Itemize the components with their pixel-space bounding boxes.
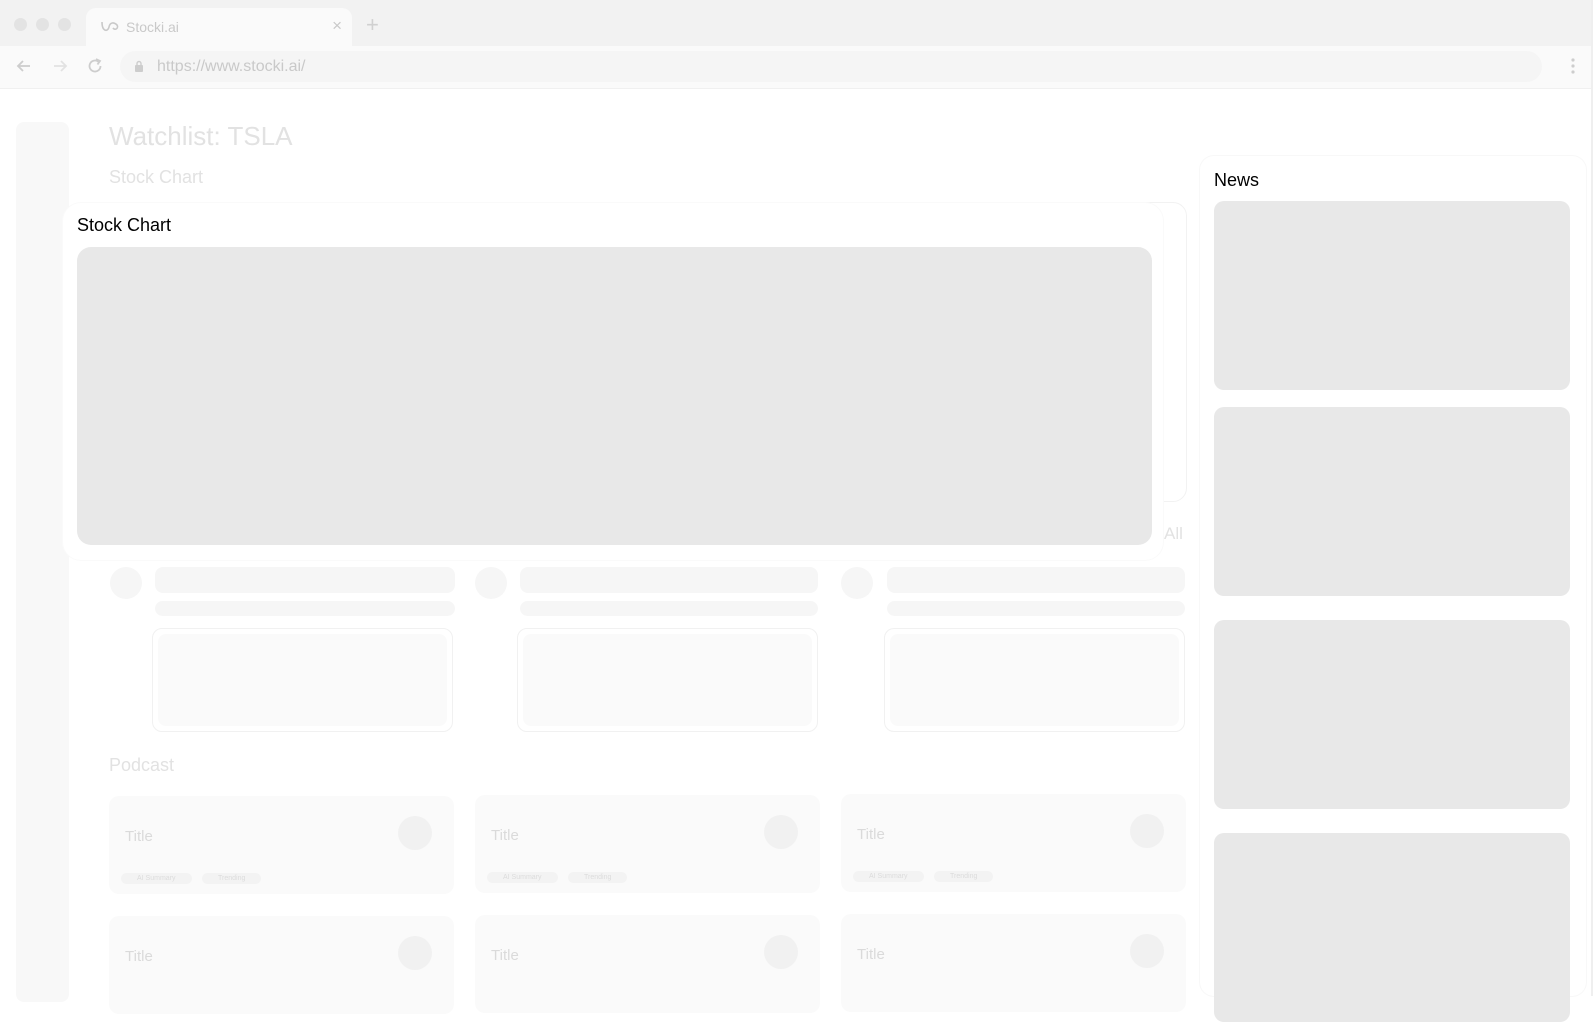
avatar-placeholder (475, 567, 507, 599)
news-title: News (1214, 170, 1260, 190)
podcast-card[interactable]: Title AI Summary Trending (109, 796, 454, 894)
page-title: Watchlist: TSLA (109, 121, 293, 151)
stock-chart-card: Stock Chart (63, 203, 1163, 560)
podcast-title: Title (857, 946, 885, 963)
stock-chart-section-label: Stock Chart (109, 167, 204, 187)
news-panel: News (1200, 156, 1586, 1022)
podcast-card[interactable]: Title (109, 916, 454, 1014)
play-button[interactable] (764, 815, 798, 849)
lock-icon (135, 60, 143, 72)
browser-menu-icon[interactable] (1571, 57, 1575, 75)
address-bar[interactable]: https://www.stocki.ai/ (120, 51, 1542, 82)
forward-arrow-icon[interactable] (50, 56, 70, 76)
podcast-title: Title (491, 947, 519, 964)
podcast-card[interactable]: Title AI Summary Trending (841, 794, 1186, 892)
browser-tab[interactable]: Stocki.ai × (86, 8, 352, 46)
play-button[interactable] (1130, 934, 1164, 968)
play-button[interactable] (398, 936, 432, 970)
play-button[interactable] (398, 816, 432, 850)
new-tab-button[interactable]: + (366, 14, 379, 36)
stocki-logo-icon (101, 21, 119, 32)
text-placeholder (887, 567, 1185, 593)
podcast-card[interactable]: Title AI Summary Trending (475, 795, 820, 893)
text-placeholder (520, 567, 818, 593)
podcast-card[interactable]: Title (475, 915, 820, 1013)
avatar-placeholder (841, 567, 873, 599)
stock-chart-title: Stock Chart (77, 215, 172, 235)
maximize-window-button[interactable] (58, 18, 71, 31)
url-text[interactable]: https://www.stocki.ai/ (157, 58, 306, 76)
reload-icon[interactable] (85, 56, 105, 76)
tag-ai-summary: AI Summary (853, 871, 924, 882)
podcast-title: Title (857, 826, 885, 843)
podcast-card[interactable]: Title (841, 914, 1186, 1012)
back-arrow-icon[interactable] (14, 56, 34, 76)
podcast-title: Title (125, 828, 153, 845)
news-card[interactable] (1214, 620, 1570, 809)
minimize-window-button[interactable] (36, 18, 49, 31)
tag-trending: Trending (202, 873, 262, 884)
play-button[interactable] (764, 935, 798, 969)
tag-ai-summary: AI Summary (121, 873, 192, 884)
podcast-title: Title (125, 948, 153, 965)
text-placeholder (520, 601, 818, 616)
close-window-button[interactable] (14, 18, 27, 31)
all-link[interactable]: All (1164, 524, 1183, 544)
sidebar (16, 122, 69, 1002)
news-card[interactable] (1214, 407, 1570, 596)
news-card[interactable] (1214, 201, 1570, 390)
browser-toolbar: https://www.stocki.ai/ (0, 46, 1593, 89)
tab-strip: Stocki.ai × + (0, 0, 1593, 46)
text-placeholder (155, 567, 455, 593)
content-card-placeholder (884, 628, 1185, 732)
stock-chart-placeholder[interactable] (77, 247, 1152, 545)
content-card-placeholder (517, 628, 818, 732)
text-placeholder (887, 601, 1185, 616)
news-card[interactable] (1214, 833, 1570, 1022)
tab-title: Stocki.ai (126, 19, 179, 35)
tag-ai-summary: AI Summary (487, 872, 558, 883)
tab-close-icon[interactable]: × (332, 16, 342, 36)
play-button[interactable] (1130, 814, 1164, 848)
avatar-placeholder (110, 567, 142, 599)
text-placeholder (155, 601, 455, 616)
tag-trending: Trending (568, 872, 628, 883)
tag-trending: Trending (934, 871, 994, 882)
podcast-section-label: Podcast (109, 755, 175, 775)
content-card-placeholder (152, 628, 453, 732)
browser-chrome: Stocki.ai × + https://www.stocki.ai/ (0, 0, 1593, 89)
podcast-title: Title (491, 827, 519, 844)
